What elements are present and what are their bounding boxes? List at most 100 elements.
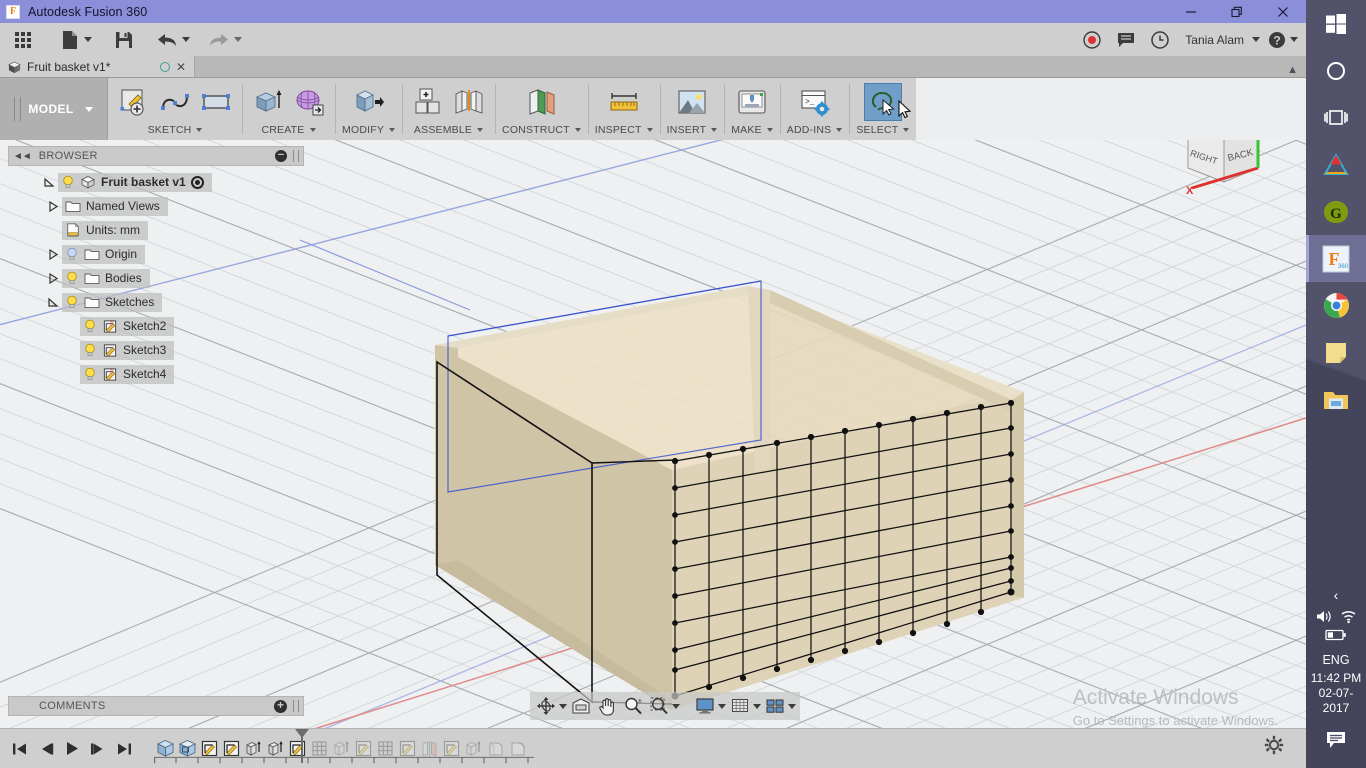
app-grid-button[interactable]: [0, 23, 38, 56]
viewports-button[interactable]: [763, 694, 787, 718]
tree-node-sketch2[interactable]: ⚠ Sketch2: [8, 314, 304, 338]
clock-time[interactable]: 11:42 PM: [1311, 671, 1361, 686]
redo-button[interactable]: [204, 23, 246, 56]
rectangle-icon[interactable]: [197, 83, 235, 121]
collapse-twisty-icon[interactable]: [44, 197, 62, 215]
visibility-bulb-icon[interactable]: [83, 367, 97, 381]
save-button[interactable]: [110, 23, 138, 56]
tree-node-bodies[interactable]: Bodies: [8, 266, 304, 290]
file-menu-button[interactable]: [56, 23, 96, 56]
language-indicator[interactable]: ENG: [1322, 653, 1349, 667]
zoom-button[interactable]: ±: [621, 694, 645, 718]
toolbar-group-sketch-label[interactable]: SKETCH: [148, 121, 203, 139]
fit-button[interactable]: [647, 694, 671, 718]
new-component-icon[interactable]: [409, 83, 447, 121]
press-pull-icon[interactable]: [350, 83, 388, 121]
extrude-icon[interactable]: [249, 83, 287, 121]
tree-node-sketch3[interactable]: Sketch3: [8, 338, 304, 362]
grid-snaps-button[interactable]: [728, 694, 752, 718]
display-settings-button[interactable]: [693, 694, 717, 718]
plus-circle-icon[interactable]: +: [274, 699, 287, 713]
chrome-button[interactable]: [1306, 282, 1366, 329]
fusion-360-button[interactable]: F 360: [1306, 235, 1366, 282]
select-lasso-icon[interactable]: [863, 83, 902, 121]
timeline-playhead[interactable]: [295, 728, 309, 763]
speaker-icon[interactable]: [1316, 609, 1333, 624]
visibility-bulb-icon[interactable]: [83, 343, 97, 357]
activate-radio-icon[interactable]: [190, 175, 204, 189]
collapse-twisty-icon[interactable]: [44, 269, 62, 287]
panel-resize-grip[interactable]: [293, 700, 299, 712]
toolbar-group-make-label[interactable]: MAKE: [731, 121, 773, 139]
tree-node-fruit-basket[interactable]: Fruit basket v1: [8, 170, 304, 194]
spline-icon[interactable]: [156, 83, 194, 121]
chevron-down-icon[interactable]: [788, 703, 796, 709]
go-to-beginning-button[interactable]: [10, 739, 30, 759]
cortana-button[interactable]: [1306, 47, 1366, 94]
look-at-button[interactable]: [569, 694, 593, 718]
go-to-end-button[interactable]: [114, 739, 134, 759]
workspace-switcher[interactable]: MODEL: [0, 78, 108, 140]
comments-panel[interactable]: COMMENTS +: [8, 696, 304, 716]
create-sketch-icon[interactable]: [115, 83, 153, 121]
record-button[interactable]: [1075, 23, 1109, 56]
collapse-twisty-icon[interactable]: [44, 245, 62, 263]
panel-resize-grip[interactable]: [293, 150, 299, 162]
close-icon[interactable]: ✕: [176, 61, 186, 73]
job-status-button[interactable]: [1143, 23, 1177, 56]
chevron-down-icon[interactable]: [753, 703, 761, 709]
visibility-bulb-icon[interactable]: [61, 175, 75, 189]
tree-node-units[interactable]: Units: mm: [8, 218, 304, 242]
visibility-bulb-icon[interactable]: [65, 247, 79, 261]
battery-icon[interactable]: [1325, 629, 1347, 644]
visibility-bulb-icon[interactable]: [65, 271, 79, 285]
chevron-down-icon[interactable]: [672, 703, 680, 709]
offset-plane-icon[interactable]: [522, 83, 560, 121]
g-app-button[interactable]: G: [1306, 188, 1366, 235]
pan-button[interactable]: [595, 694, 619, 718]
task-view-button[interactable]: [1306, 94, 1366, 141]
sticky-notes-button[interactable]: [1306, 329, 1366, 376]
tree-node-sketch4[interactable]: ⚠ Sketch4: [8, 362, 304, 386]
double-left-arrow-icon[interactable]: ◄◄: [13, 151, 32, 162]
undo-button[interactable]: [152, 23, 194, 56]
step-back-button[interactable]: [36, 739, 56, 759]
play-button[interactable]: [62, 739, 82, 759]
user-menu-button[interactable]: Tania Alam: [1177, 23, 1264, 56]
insert-image-icon[interactable]: [673, 83, 711, 121]
clock-date[interactable]: 02-07-2017: [1306, 686, 1366, 716]
toolbar-group-addins-label[interactable]: ADD-INS: [787, 121, 843, 139]
create-form-icon[interactable]: [290, 83, 328, 121]
action-center-button[interactable]: [1325, 730, 1347, 752]
chevron-up-icon[interactable]: ▲: [1287, 64, 1298, 76]
tree-node-sketches[interactable]: Sketches: [8, 290, 304, 314]
toolbar-group-construct-label[interactable]: CONSTRUCT: [502, 121, 581, 139]
visibility-bulb-icon[interactable]: [65, 295, 79, 309]
tree-node-named-views[interactable]: Named Views: [8, 194, 304, 218]
close-button[interactable]: [1260, 0, 1306, 23]
measure-ruler-icon[interactable]: [605, 83, 643, 121]
tree-node-origin[interactable]: Origin: [8, 242, 304, 266]
expand-twisty-icon[interactable]: [40, 173, 58, 191]
help-menu-button[interactable]: ?: [1264, 23, 1302, 56]
step-forward-button[interactable]: [88, 739, 108, 759]
toolbar-group-insert-label[interactable]: INSERT: [667, 121, 718, 139]
start-button[interactable]: [1306, 0, 1366, 47]
view-cube[interactable]: TOP RIGHT BACK X Y: [1170, 140, 1270, 197]
toolbar-group-modify-label[interactable]: MODIFY: [342, 121, 396, 139]
toolbar-group-select-label[interactable]: SELECT: [856, 121, 910, 139]
chevron-up-icon[interactable]: ‹: [1334, 587, 1339, 603]
chevron-down-icon[interactable]: [559, 703, 567, 709]
document-tab[interactable]: Fruit basket v1* ✕: [0, 56, 195, 78]
expand-twisty-icon[interactable]: [44, 293, 62, 311]
autodesk-app-button[interactable]: [1306, 141, 1366, 188]
comments-button[interactable]: [1109, 23, 1143, 56]
toolbar-group-create-label[interactable]: CREATE: [261, 121, 316, 139]
orbit-button[interactable]: [534, 694, 558, 718]
scripts-addins-icon[interactable]: >_: [796, 83, 834, 121]
toolbar-group-inspect-label[interactable]: INSPECT: [595, 121, 653, 139]
restore-button[interactable]: [1214, 0, 1260, 23]
minimize-button[interactable]: [1168, 0, 1214, 23]
file-explorer-button[interactable]: [1306, 376, 1366, 423]
toolbar-group-assemble-label[interactable]: ASSEMBLE: [414, 121, 484, 139]
